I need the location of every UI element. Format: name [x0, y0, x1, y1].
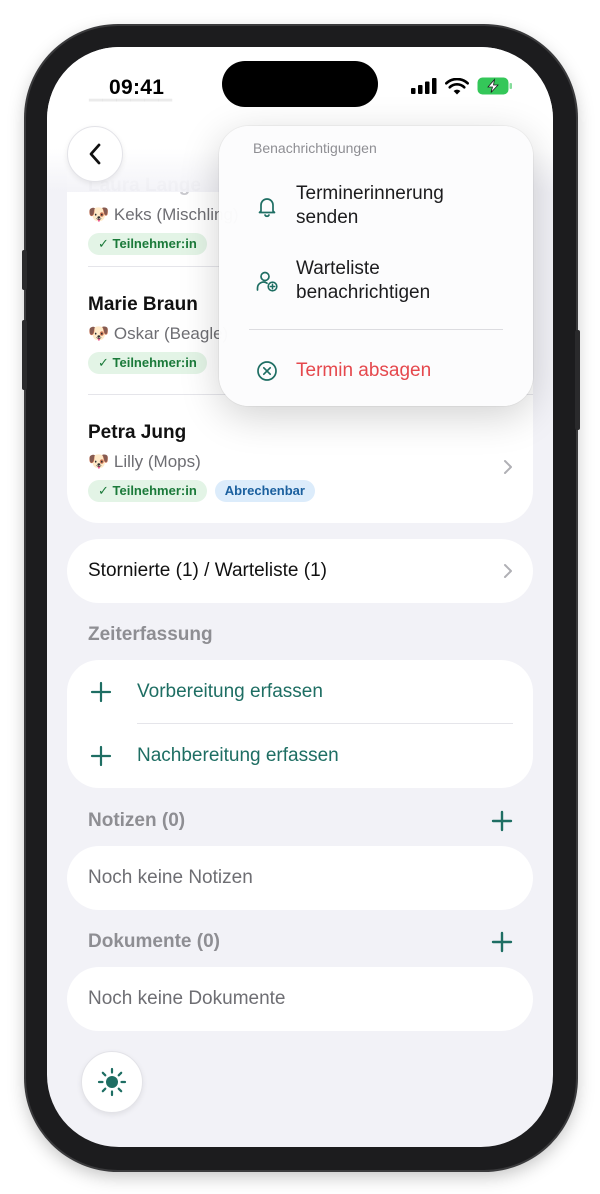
battery-charging-icon: [477, 77, 512, 95]
notifications-menu: Benachrichtigungen Terminerinnerung send…: [219, 126, 533, 406]
participant-pet: 🐶 Lilly (Mops): [88, 452, 201, 471]
notes-title: Notizen (0): [88, 810, 186, 831]
menu-item-send-reminder[interactable]: Terminerinnerung senden: [219, 180, 533, 236]
menu-item-cancel-appointment[interactable]: Termin absagen: [219, 351, 533, 391]
status-time: 09:41: [109, 76, 165, 99]
sun-icon: [97, 1067, 127, 1097]
participant-badges: ✓ Teilnehmer:in Abrechenbar: [88, 480, 315, 502]
chevron-right-icon: [504, 460, 512, 474]
documents-card: Noch keine Dokumente: [67, 967, 533, 1031]
participant-row[interactable]: Petra Jung 🐶 Lilly (Mops) ✓ Teilnehmer:i…: [88, 422, 315, 502]
menu-label-line2: benachrichtigen: [296, 282, 431, 303]
documents-title: Dokumente (0): [88, 931, 220, 952]
back-button[interactable]: [67, 126, 123, 182]
plus-icon: [90, 681, 112, 703]
menu-header: Benachrichtigungen: [253, 140, 377, 156]
documents-empty-text: Noch keine Dokumente: [88, 988, 286, 1009]
billable-badge: Abrechenbar: [214, 480, 315, 502]
screen: ▁▁▁▁▁▁ 09:41 Laura Lange 🐶 Keks (M: [47, 47, 553, 1147]
status-badge: ✓ Teilnehmer:in: [88, 480, 207, 502]
cancelled-waitlist-row[interactable]: Stornierte (1) / Warteliste (1): [67, 539, 533, 603]
chevron-right-icon: [504, 564, 512, 578]
menu-divider: [249, 329, 503, 330]
theme-toggle-button[interactable]: [81, 1051, 143, 1113]
chevron-left-icon: [89, 143, 101, 165]
add-preparation-button[interactable]: Vorbereitung erfassen: [137, 681, 323, 703]
menu-label-line2: senden: [296, 207, 359, 228]
menu-label-cancel: Termin absagen: [296, 360, 432, 381]
participant-pet: 🐶 Keks (Mischling): [88, 205, 239, 224]
row-divider: [137, 723, 513, 724]
person-add-icon: [256, 271, 278, 292]
add-document-plus-icon[interactable]: [491, 931, 513, 953]
add-note-plus-icon[interactable]: [491, 810, 513, 832]
wifi-icon: [445, 77, 469, 94]
participant-badges: ✓ Teilnehmer:in: [88, 233, 239, 255]
participant-name: Marie Braun: [88, 294, 198, 315]
dynamic-island: [222, 61, 378, 107]
menu-item-notify-waitlist[interactable]: Warteliste benachrichtigen: [219, 255, 533, 311]
notes-card: Noch keine Notizen: [67, 846, 533, 910]
cancelled-waitlist-label: Stornierte (1) / Warteliste (1): [88, 560, 327, 581]
status-icons: [411, 77, 513, 95]
menu-label-line1: Warteliste: [296, 258, 380, 279]
bell-icon: [258, 198, 276, 218]
signal-icon: [411, 78, 437, 94]
notes-empty-text: Noch keine Notizen: [88, 867, 253, 888]
volume-up-button: [22, 320, 27, 390]
participant-badges: ✓ Teilnehmer:in: [88, 352, 228, 374]
x-circle-icon: [257, 361, 277, 381]
participant-name: Petra Jung: [88, 422, 187, 443]
add-followup-button[interactable]: Nachbereitung erfassen: [137, 745, 339, 767]
plus-icon: [90, 745, 112, 767]
side-button: [22, 250, 27, 290]
participant-pet: 🐶 Oskar (Beagle): [88, 324, 229, 343]
participant-row[interactable]: Marie Braun 🐶 Oskar (Beagle) ✓ Teilnehme…: [88, 294, 228, 374]
menu-label-line1: Terminerinnerung: [296, 183, 444, 204]
status-badge: ✓ Teilnehmer:in: [88, 352, 207, 374]
status-badge: ✓ Teilnehmer:in: [88, 233, 207, 255]
power-button: [575, 330, 580, 430]
time-tracking-card: Vorbereitung erfassen Nachbereitung erfa…: [67, 660, 533, 788]
time-tracking-title: Zeiterfassung: [88, 624, 213, 645]
